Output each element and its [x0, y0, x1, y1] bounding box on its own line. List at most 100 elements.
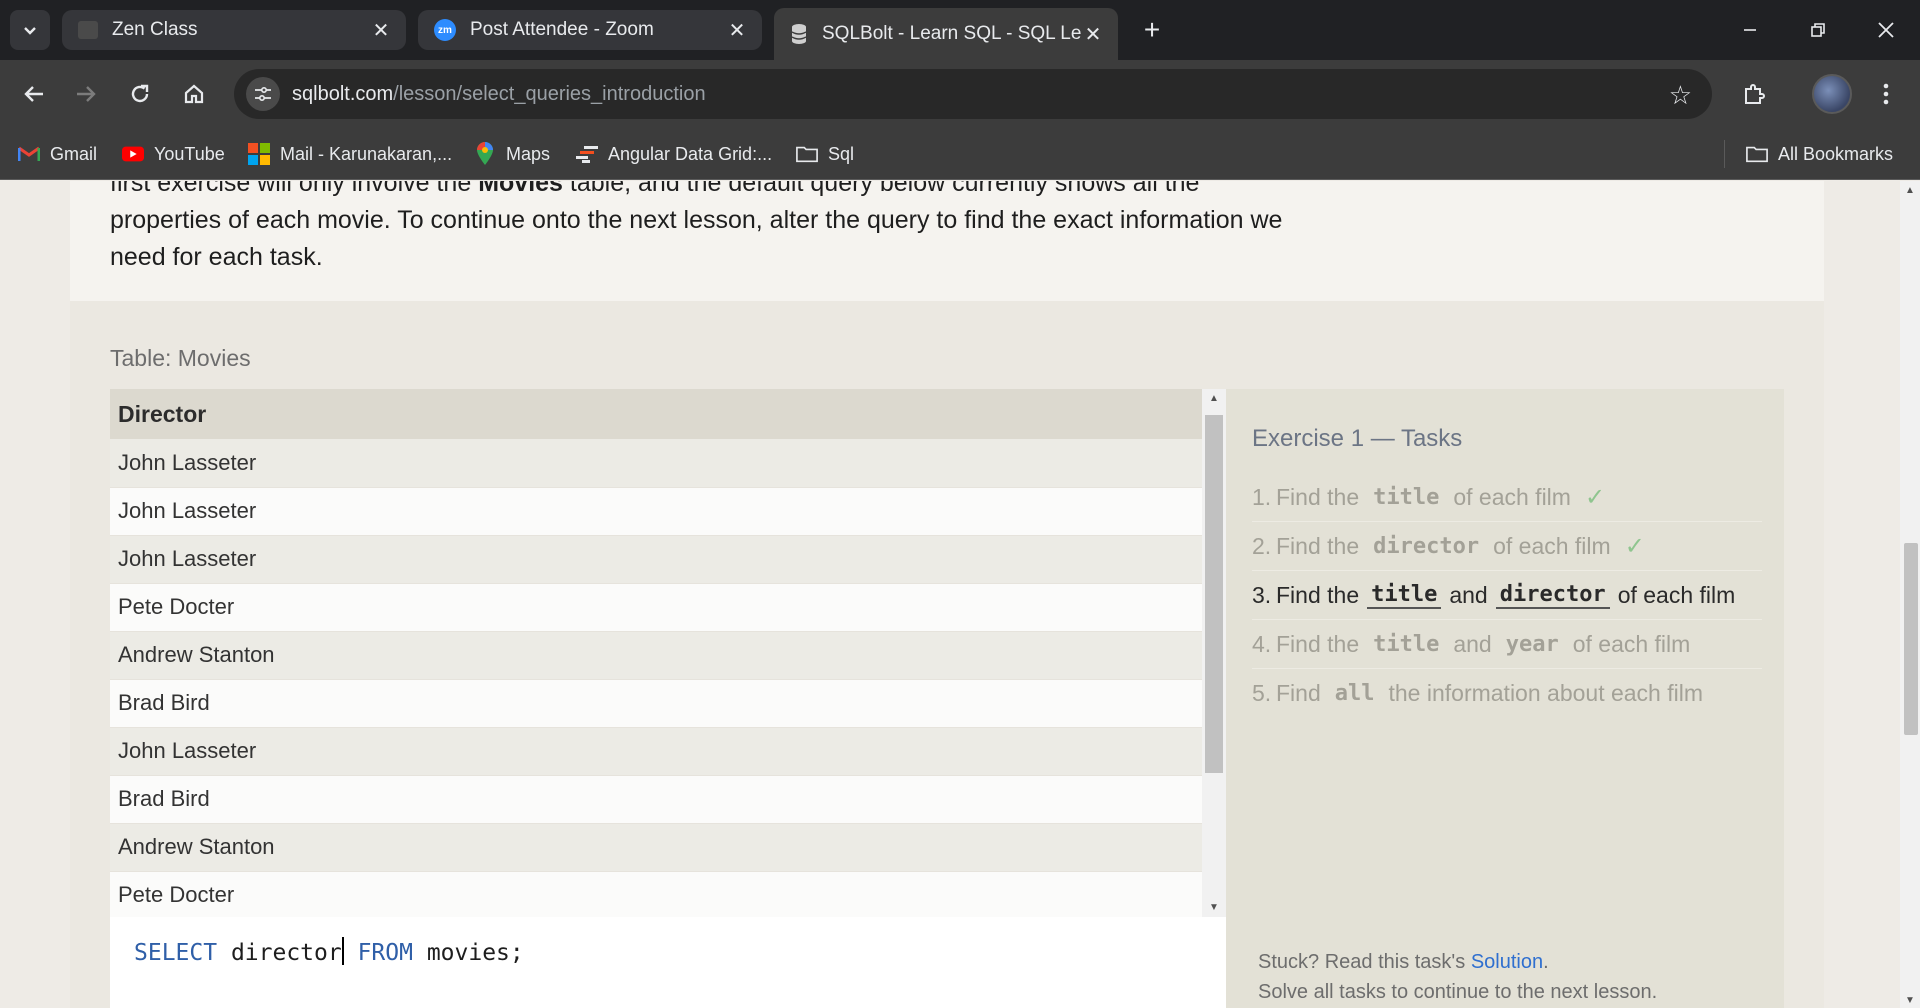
back-button[interactable] — [14, 74, 54, 114]
page-icon — [78, 21, 98, 39]
task-text: Find — [1276, 680, 1321, 706]
home-button[interactable] — [174, 74, 214, 114]
bookmark-angular-grid[interactable]: Angular Data Grid:... — [576, 140, 772, 168]
url-host: sqlbolt.com — [292, 82, 394, 105]
task-text: Find the — [1276, 581, 1360, 608]
editor-line[interactable]: SELECT director FROM movies; — [134, 937, 524, 966]
site-info-icon[interactable] — [246, 77, 280, 111]
new-tab-button[interactable]: + — [1134, 12, 1170, 48]
tab-title: SQLBolt - Learn SQL - SQL Lesso — [822, 23, 1082, 44]
tasks-panel: Exercise 1 — Tasks 1. Find the title of … — [1226, 389, 1784, 1008]
table-cell: Brad Bird — [110, 679, 1202, 728]
close-icon[interactable]: ✕ — [1082, 23, 1104, 46]
bookmark-label: Angular Data Grid:... — [608, 143, 773, 164]
bookmark-youtube[interactable]: YouTube — [122, 140, 225, 168]
task-text: of each film — [1493, 532, 1611, 559]
task-item: 2. Find the director of each film ✓ — [1252, 522, 1762, 571]
forward-button[interactable] — [66, 74, 106, 114]
kebab-menu-icon — [1883, 83, 1889, 105]
restore-icon — [1811, 23, 1825, 37]
tasks-title: Exercise 1 — Tasks — [1252, 425, 1463, 452]
table-cell: Andrew Stanton — [110, 631, 1202, 680]
tab-title: Zen Class — [112, 19, 198, 40]
table-scrollbar[interactable]: ▲ ▼ — [1202, 389, 1226, 917]
table-cell: Pete Docter — [110, 871, 1202, 917]
bookmark-label: Sql — [828, 143, 855, 164]
table-cell: Pete Docter — [110, 583, 1202, 632]
results-table-container: Director John Lasseter John Lasseter Joh… — [110, 389, 1202, 917]
minimize-icon — [1744, 29, 1756, 31]
menu-button[interactable] — [1866, 74, 1906, 114]
extensions-button[interactable] — [1734, 74, 1774, 114]
bookmark-folder-sql[interactable]: Sql — [796, 140, 854, 168]
youtube-icon — [122, 144, 144, 164]
tab-zen-class[interactable]: Zen Class ✕ — [62, 10, 406, 50]
puzzle-icon — [1745, 84, 1765, 104]
table-cell: John Lasseter — [110, 439, 1202, 488]
bookmark-maps[interactable]: Maps — [474, 140, 550, 168]
bookmark-gmail[interactable]: Gmail — [18, 140, 97, 168]
restore-button[interactable] — [1784, 0, 1852, 60]
close-icon[interactable]: ✕ — [370, 19, 392, 42]
table-cell: John Lasseter — [110, 487, 1202, 536]
task-text: of each film — [1453, 483, 1571, 510]
page-scrollbar[interactable]: ▲ ▼ — [1900, 181, 1920, 1008]
chevron-down-icon — [24, 27, 36, 35]
url-text[interactable]: sqlbolt.com/lesson/select_queries_introd… — [292, 83, 706, 106]
table-row: Brad Bird — [110, 679, 1202, 728]
task-item: 5. Find all the information about each f… — [1252, 669, 1762, 718]
task-code: director — [1373, 533, 1480, 559]
checkmark-icon: ✓ — [1584, 483, 1606, 511]
scroll-up-arrow-icon[interactable]: ▲ — [1900, 185, 1920, 196]
task-number: 1. — [1252, 483, 1272, 510]
sql-identifier: director — [217, 940, 342, 966]
reload-icon — [131, 84, 149, 103]
tab-search-button[interactable] — [10, 10, 50, 50]
task-text: Find the — [1276, 483, 1360, 510]
table-header-row: Director — [110, 389, 1202, 439]
task-code: year — [1505, 631, 1559, 657]
bookmark-label: Maps — [506, 143, 551, 164]
task-number: 3. — [1252, 581, 1272, 608]
solve-all-hint: Solve all tasks to continue to the next … — [1258, 981, 1658, 1003]
arrow-right-icon — [77, 86, 96, 102]
tab-zoom[interactable]: zm Post Attendee - Zoom ✕ — [418, 10, 762, 50]
lesson-content: first exercise will only involve the Mov… — [70, 181, 1824, 301]
scroll-down-arrow-icon[interactable]: ▼ — [1900, 995, 1920, 1006]
tab-sqlbolt[interactable]: SQLBolt - Learn SQL - SQL Lesso ✕ — [774, 8, 1118, 60]
stuck-hint: Stuck? Read this task's Solution. — [1258, 951, 1549, 973]
minimize-button[interactable] — [1716, 0, 1784, 60]
task-text: the information about each film — [1388, 680, 1704, 706]
table-cell: John Lasseter — [110, 535, 1202, 584]
address-bar[interactable]: sqlbolt.com/lesson/select_queries_introd… — [234, 69, 1712, 119]
page-scrollbar-thumb[interactable] — [1904, 543, 1918, 735]
scroll-up-arrow-icon[interactable]: ▲ — [1202, 393, 1226, 404]
intro-text: first exercise will only involve the — [110, 181, 479, 197]
tab-title: Post Attendee - Zoom — [470, 19, 654, 40]
close-icon[interactable]: ✕ — [726, 19, 748, 42]
bookmark-mail[interactable]: Mail - Karunakaran,... — [248, 140, 452, 168]
reload-button[interactable] — [120, 74, 160, 114]
solution-link[interactable]: Solution — [1471, 951, 1543, 973]
intro-bold: Movies — [478, 181, 563, 197]
table-row: John Lasseter — [110, 439, 1202, 488]
task-number: 2. — [1252, 532, 1272, 559]
table-row: Brad Bird — [110, 775, 1202, 824]
window-close-button[interactable] — [1852, 0, 1920, 60]
task-text: and — [1453, 630, 1492, 657]
sql-query-editor[interactable]: SELECT director FROM movies; — [110, 917, 1226, 1008]
tab-strip: Zen Class ✕ zm Post Attendee - Zoom ✕ SQ… — [0, 0, 1920, 60]
folder-icon — [1746, 144, 1768, 164]
profile-avatar[interactable] — [1812, 74, 1852, 114]
maps-icon — [474, 142, 496, 165]
table-row: John Lasseter — [110, 487, 1202, 536]
all-bookmarks-button[interactable]: All Bookmarks — [1746, 140, 1893, 168]
microsoft-icon — [248, 143, 270, 165]
bookmark-star-icon[interactable]: ☆ — [1669, 80, 1692, 111]
table-scrollbar-thumb[interactable] — [1205, 415, 1223, 773]
table-row: John Lasseter — [110, 727, 1202, 776]
task-text: and — [1449, 581, 1488, 608]
table-cell: John Lasseter — [110, 727, 1202, 776]
scroll-down-arrow-icon[interactable]: ▼ — [1202, 902, 1226, 913]
bookmark-label: All Bookmarks — [1778, 143, 1894, 164]
